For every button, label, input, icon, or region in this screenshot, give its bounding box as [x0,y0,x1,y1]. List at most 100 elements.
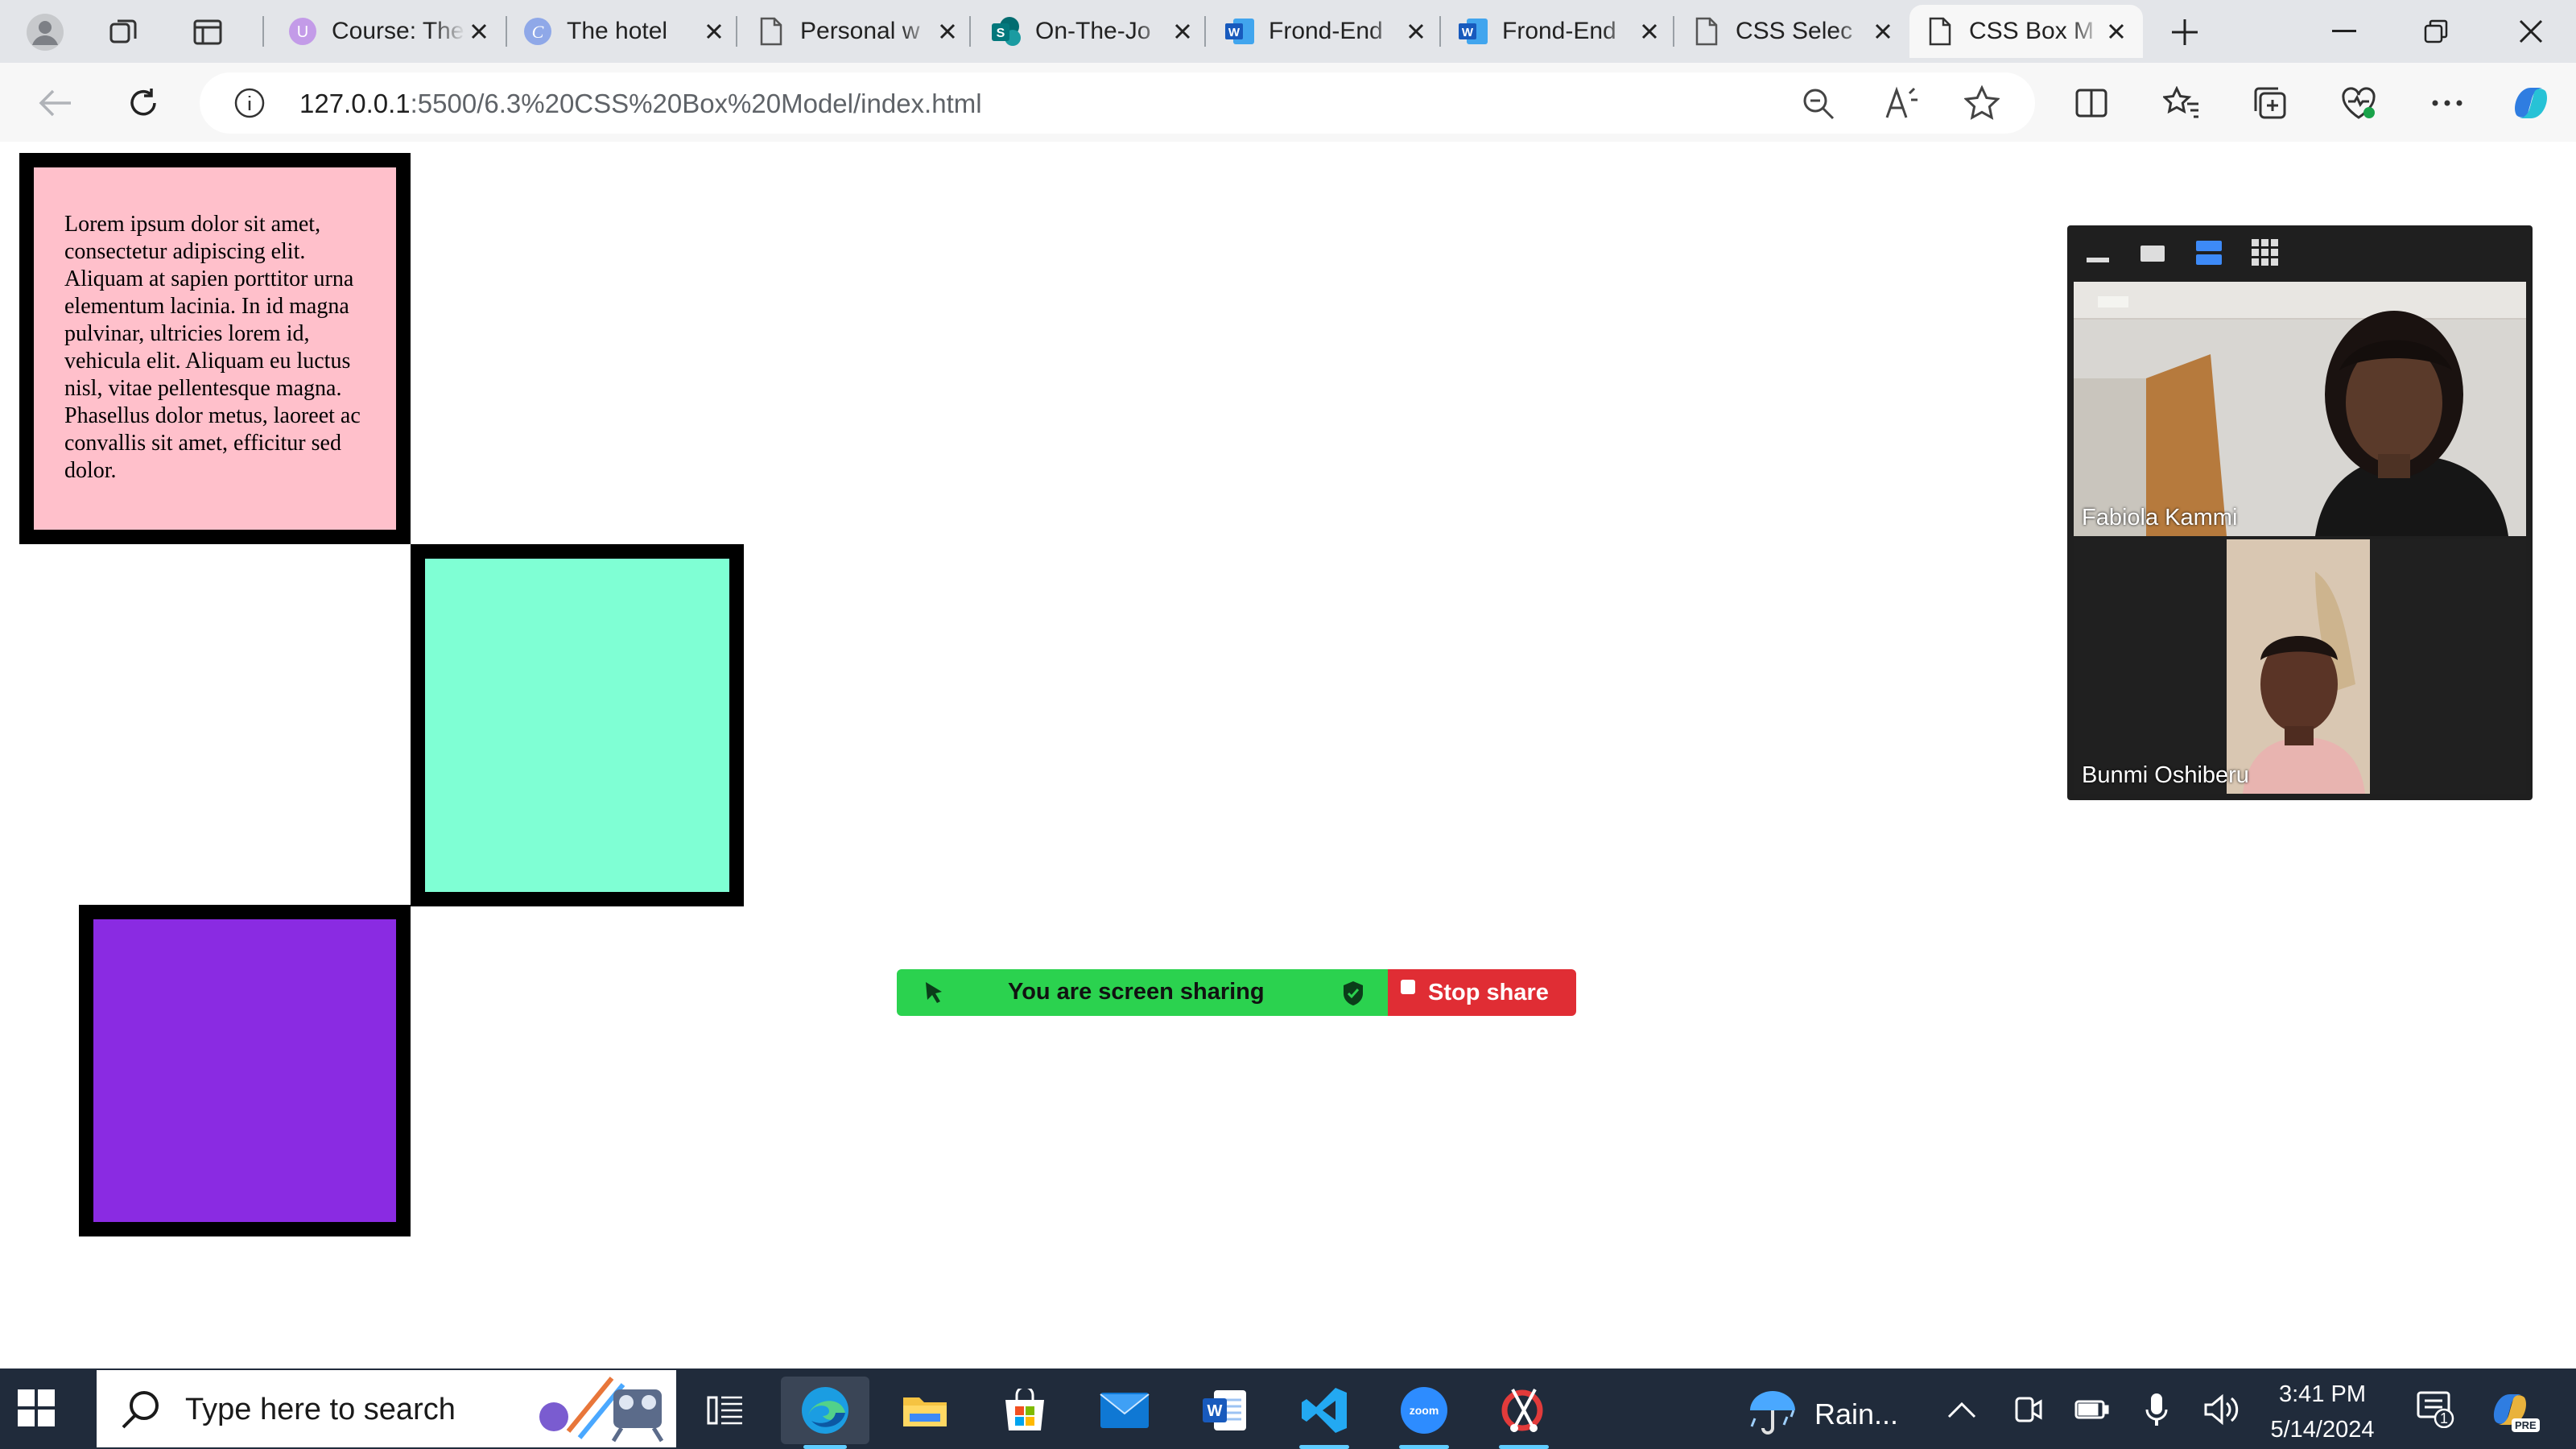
participant-name: Bunmi Oshiberu [2082,762,2249,788]
preview-badge: PRE [2512,1418,2540,1432]
info-icon[interactable] [233,87,266,123]
participant-video[interactable]: Fabiola Kammi [2074,282,2526,536]
minimize-icon[interactable] [2299,0,2389,63]
tab-separator [969,16,971,47]
page-icon [755,15,787,47]
tab-separator [1673,16,1674,47]
edge-taskbar-icon[interactable] [781,1377,869,1449]
collections-icon[interactable] [2248,80,2293,126]
box-pink: Lorem ipsum dolor sit amet, consectetur … [19,153,411,544]
refresh-icon[interactable] [121,80,166,126]
browser-essentials-icon[interactable] [2336,80,2381,126]
tab-title: Course: The [332,18,464,44]
video-panel-toolbar [2067,225,2533,277]
tab-course[interactable]: U Course: The [272,5,506,58]
new-tab-icon[interactable] [2164,11,2206,53]
drag-handle-icon[interactable] [921,979,947,1010]
navigation-bar: 127.0.0.1:5500/6.3%20CSS%20Box%20Model/i… [0,63,2576,142]
share-status[interactable]: You are screen sharing [897,969,1388,1016]
close-window-icon[interactable] [2486,0,2576,63]
participant-video-feed [2074,282,2526,536]
battery-icon[interactable] [2072,1389,2112,1430]
tab-hotel[interactable]: C The hotel [507,5,741,58]
task-view-icon[interactable] [681,1377,770,1444]
close-icon[interactable] [700,18,728,45]
close-icon[interactable] [934,18,961,45]
tab-title: Personal w [800,18,920,44]
box-purple [79,905,411,1236]
restore-icon[interactable] [2391,0,2481,63]
vscode-icon[interactable] [1280,1377,1368,1449]
word-icon: W [1457,15,1489,47]
snipping-tool-icon[interactable] [1480,1377,1568,1449]
tab-frond-end-1[interactable]: W Frond-End [1209,5,1443,58]
lorem-paragraph: Lorem ipsum dolor sit amet, consectetur … [64,212,361,483]
close-icon[interactable] [465,18,493,45]
svg-text:C: C [532,22,544,42]
weather-widget[interactable]: Rain... [1747,1386,1898,1442]
favorite-star-icon[interactable] [1963,85,2000,125]
stop-square-icon [1401,980,1417,1000]
url-path: :5500/6.3%20CSS%20Box%20Model/index.html [410,89,982,118]
tab-title: CSS Box M [1969,18,2095,44]
svg-text:W: W [1208,1402,1223,1420]
speaker-view-icon[interactable] [2138,238,2167,267]
volume-icon[interactable] [2201,1389,2241,1430]
url-text[interactable]: 127.0.0.1:5500/6.3%20CSS%20Box%20Model/i… [299,89,982,119]
page-icon [1924,15,1956,47]
favorites-icon[interactable] [2159,80,2204,126]
close-icon[interactable] [1636,18,1663,45]
stop-share-button[interactable]: Stop share [1388,969,1576,1016]
microsoft-store-icon[interactable] [980,1377,1069,1444]
read-aloud-icon[interactable] [1884,85,1921,125]
svg-text:S: S [997,27,1005,40]
more-options-icon[interactable] [2425,80,2470,126]
word-taskbar-icon[interactable]: W [1180,1377,1269,1444]
box-aquamarine [411,544,744,906]
minimize-video-icon[interactable] [2083,238,2112,267]
tab-separator [1439,16,1441,47]
address-bar[interactable]: 127.0.0.1:5500/6.3%20CSS%20Box%20Model/i… [200,72,2035,134]
close-icon[interactable] [2103,18,2130,45]
svg-text:W: W [1462,26,1474,39]
tab-personal[interactable]: Personal w [741,5,974,58]
system-clock[interactable]: 3:41 PM 5/14/2024 [2246,1377,2399,1447]
tab-separator [1204,16,1206,47]
file-explorer-icon[interactable] [881,1377,969,1444]
close-icon[interactable] [1402,18,1430,45]
microphone-icon[interactable] [2136,1389,2177,1430]
svg-text:W: W [1228,26,1241,39]
tab-title: On-The-Jo [1035,18,1151,44]
canva-icon: C [522,15,554,47]
close-icon[interactable] [1169,18,1196,45]
participant-video[interactable]: Bunmi Oshiberu [2074,539,2526,794]
back-arrow-icon[interactable] [32,80,77,126]
profile-icon[interactable] [24,11,66,53]
taskbar-search[interactable]: Type here to search [97,1370,676,1447]
clock-date: 5/14/2024 [2270,1417,2375,1443]
tab-separator [736,16,737,47]
copilot-icon[interactable] [2508,80,2553,126]
tab-css-selectors[interactable]: CSS Selec [1676,5,1909,58]
mail-icon[interactable] [1080,1377,1169,1444]
tab-frond-end-2[interactable]: W Frond-End [1443,5,1676,58]
notification-count: 1 [2439,1410,2448,1426]
close-icon[interactable] [1869,18,1897,45]
split-screen-icon[interactable] [2069,80,2114,126]
vertical-tabs-icon[interactable] [187,11,229,53]
zoom-out-icon[interactable] [1802,87,1835,125]
screen-share-bar[interactable]: You are screen sharing Stop share [897,969,1576,1016]
workspaces-icon[interactable] [103,11,145,53]
tab-on-the-job[interactable]: S On-The-Jo [976,5,1209,58]
zoom-app-icon[interactable]: zoom [1380,1377,1468,1449]
show-hidden-icons-icon[interactable] [1942,1389,1982,1430]
meet-now-icon[interactable] [2008,1389,2048,1430]
tab-css-box-model[interactable]: CSS Box M [1909,5,2143,58]
search-highlight-icon[interactable] [523,1375,668,1447]
strip-view-icon[interactable] [2194,238,2223,267]
windows-start-icon[interactable] [18,1389,58,1430]
copilot-taskbar-icon[interactable]: PRE [2486,1385,2542,1436]
notifications-icon[interactable]: 1 [2415,1388,2455,1428]
gallery-view-icon[interactable] [2251,238,2280,267]
tab-title: CSS Selec [1736,18,1853,44]
